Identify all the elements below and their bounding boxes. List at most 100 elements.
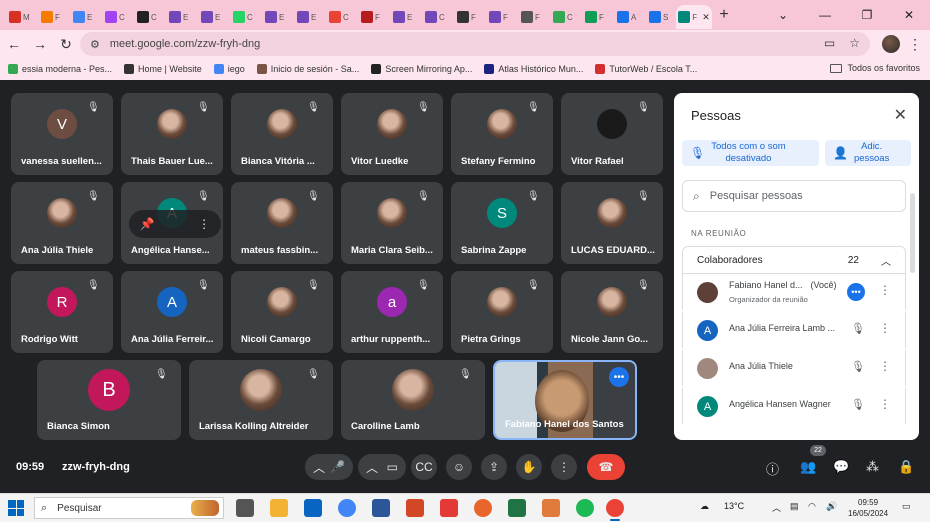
more-vert-icon[interactable]: ⋮	[879, 397, 891, 411]
url-bar[interactable]: ⚙ meet.google.com/zzw-fryh-dng ▭ ☆	[80, 32, 870, 56]
participant-tile[interactable]: 🎙 Maria Clara Seib...	[341, 182, 443, 264]
more-vert-icon[interactable]: ⋮	[879, 283, 891, 297]
more-vert-icon[interactable]: ⋮	[198, 217, 210, 231]
reload-button[interactable]: ↻	[54, 32, 78, 56]
people-list-item[interactable]: Ana Júlia Thiele 🎙 ⋮	[682, 350, 906, 386]
browser-tab[interactable]: C	[324, 5, 356, 29]
participant-tile[interactable]: 🎙 Vitor Rafael	[561, 93, 663, 175]
pin-icon[interactable]: 📌	[140, 217, 155, 231]
weather-icon[interactable]: ☁	[700, 501, 709, 512]
people-list-item[interactable]: A Angélica Hansen Wagner 🎙 ⋮	[682, 388, 906, 424]
search-people-input[interactable]: ⌕ Pesquisar pessoas	[682, 180, 906, 212]
mic-off-icon[interactable]: 🎙	[851, 398, 865, 411]
chrome-icon[interactable]	[338, 499, 356, 517]
more-vert-icon[interactable]: ⋮	[879, 359, 891, 373]
browser-tab[interactable]: C	[548, 5, 580, 29]
participant-tile[interactable]: 🎙 Nicoli Camargo	[231, 271, 333, 353]
browser-tab[interactable]: E	[196, 5, 228, 29]
browser-tab[interactable]: E	[260, 5, 292, 29]
participant-tile[interactable]: 🎙 S Sabrina Zappe	[451, 182, 553, 264]
mic-off-icon[interactable]: 🎙	[851, 322, 865, 335]
back-button[interactable]: ←	[2, 32, 26, 56]
browser-tab[interactable]: F	[36, 5, 68, 29]
participant-tile[interactable]: 🎙 Stefany Fermino	[451, 93, 553, 175]
browser-tab[interactable]: F	[356, 5, 388, 29]
participant-tile[interactable]: 🎙 Ana Júlia Thiele	[11, 182, 113, 264]
chevron-up-icon[interactable]: ︿	[313, 459, 325, 476]
word-icon[interactable]	[372, 499, 390, 517]
browser-tab[interactable]: F	[580, 5, 612, 29]
mail-icon[interactable]	[304, 499, 322, 517]
participant-tile[interactable]: 🎙 mateus fassbin...	[231, 182, 333, 264]
camera-permission-icon[interactable]: ▭	[824, 36, 835, 50]
browser-tab[interactable]: E	[164, 5, 196, 29]
people-list-item[interactable]: Fabiano Hanel d... (Você) Organizador da r…	[682, 274, 906, 310]
camera-control[interactable]: ︿ ▭	[358, 454, 406, 480]
participant-tile[interactable]: 🎙 Vvanessa suellen...	[11, 93, 113, 175]
browser-tab[interactable]: F	[484, 5, 516, 29]
app-icon[interactable]	[474, 499, 492, 517]
participant-tile[interactable]: 🎙 B Bianca Simon	[37, 360, 181, 440]
participant-tile[interactable]: 🎙 R Rodrigo Witt	[11, 271, 113, 353]
mic-off-icon[interactable]: 🎙	[851, 360, 865, 373]
browser-tab[interactable]: E	[292, 5, 324, 29]
people-list-item[interactable]: A Ana Júlia Ferreira Lamb ... 🎙 ⋮	[682, 312, 906, 348]
participant-tile[interactable]: 🎙 Larissa Kolling Altreider	[189, 360, 333, 440]
network-icon[interactable]: ▤	[790, 501, 799, 512]
participant-tile[interactable]: 🎙 a arthur ruppenth...	[341, 271, 443, 353]
browser-tab[interactable]: F ✕	[676, 5, 712, 29]
bookmark-star-icon[interactable]: ☆	[849, 36, 860, 50]
browser-tab[interactable]: A	[612, 5, 644, 29]
bookmark-item[interactable]: Inicio de sesión - Sa...	[256, 64, 359, 74]
browser-tab[interactable]: M	[4, 5, 36, 29]
minimize-button[interactable]: —	[804, 0, 846, 30]
chat-icon[interactable]: 💬	[833, 459, 849, 475]
tray-chevron-icon[interactable]: ︿	[772, 501, 781, 514]
collaborators-group[interactable]: Colaboradores 22 ︿	[682, 246, 906, 274]
chrome-active-icon[interactable]	[606, 499, 624, 521]
participant-tile[interactable]: 🎙 Thais Bauer Lue...	[121, 93, 223, 175]
participant-tile[interactable]: 🎙 Nicole Jann Go...	[561, 271, 663, 353]
bookmark-item[interactable]: TutorWeb / Escola T...	[595, 64, 697, 74]
acrobat-icon[interactable]	[440, 499, 458, 517]
game-icon[interactable]	[542, 499, 560, 517]
bookmark-item[interactable]: Home | Website	[124, 64, 202, 74]
browser-tab[interactable]: E	[388, 5, 420, 29]
bookmark-item[interactable]: Atlas Histórico Mun...	[484, 64, 583, 74]
participant-tile[interactable]: 🎙AAngélica Hanse...📌 ⋮	[121, 182, 223, 264]
raise-hand-button[interactable]: ✋	[516, 454, 542, 480]
leave-call-button[interactable]: ☎	[587, 454, 625, 480]
powerpoint-icon[interactable]	[406, 499, 424, 517]
taskbar-clock[interactable]: 09:59 16/05/2024	[848, 497, 888, 519]
browser-tab[interactable]: E	[68, 5, 100, 29]
more-options-button[interactable]: ⋮	[551, 454, 577, 480]
restore-button[interactable]: ❐	[846, 0, 888, 30]
browser-tab[interactable]: F	[516, 5, 548, 29]
participant-tile[interactable]: 🎙 Pietra Grings	[451, 271, 553, 353]
mute-all-button[interactable]: 🎙 Todos com o som desativado	[682, 140, 819, 166]
volume-icon[interactable]: 🔊	[826, 501, 837, 512]
more-horiz-icon[interactable]: •••	[609, 367, 629, 387]
task-view-icon[interactable]	[236, 499, 254, 517]
browser-tab[interactable]: C	[228, 5, 260, 29]
tab-search-icon[interactable]: ⌄	[762, 0, 804, 30]
participant-tile[interactable]: 🎙 Bianca Vitória ...	[231, 93, 333, 175]
browser-tab[interactable]: C	[420, 5, 452, 29]
excel-icon[interactable]	[508, 499, 526, 517]
reactions-button[interactable]: ☺	[446, 454, 472, 480]
file-explorer-icon[interactable]	[270, 499, 288, 517]
bookmark-item[interactable]: iego	[213, 64, 245, 74]
present-button[interactable]: ⇪	[481, 454, 507, 480]
panel-scrollbar[interactable]	[910, 193, 915, 273]
host-controls-icon[interactable]: 🔒	[898, 459, 914, 475]
captions-button[interactable]: CC	[411, 454, 437, 480]
mic-control[interactable]: ︿ 🎤	[305, 454, 353, 480]
close-tab-icon[interactable]: ✕	[702, 12, 710, 23]
bookmark-item[interactable]: Screen Mirroring Ap...	[371, 64, 472, 74]
forward-button[interactable]: →	[28, 32, 52, 56]
participant-tile[interactable]: 🎙 Carolline Lamb	[341, 360, 485, 440]
more-vert-icon[interactable]: ⋮	[879, 321, 891, 335]
weather-temp[interactable]: 13°C	[724, 501, 744, 511]
people-icon[interactable]: 👥	[800, 459, 816, 475]
chevron-up-icon[interactable]: ︿	[366, 459, 378, 476]
